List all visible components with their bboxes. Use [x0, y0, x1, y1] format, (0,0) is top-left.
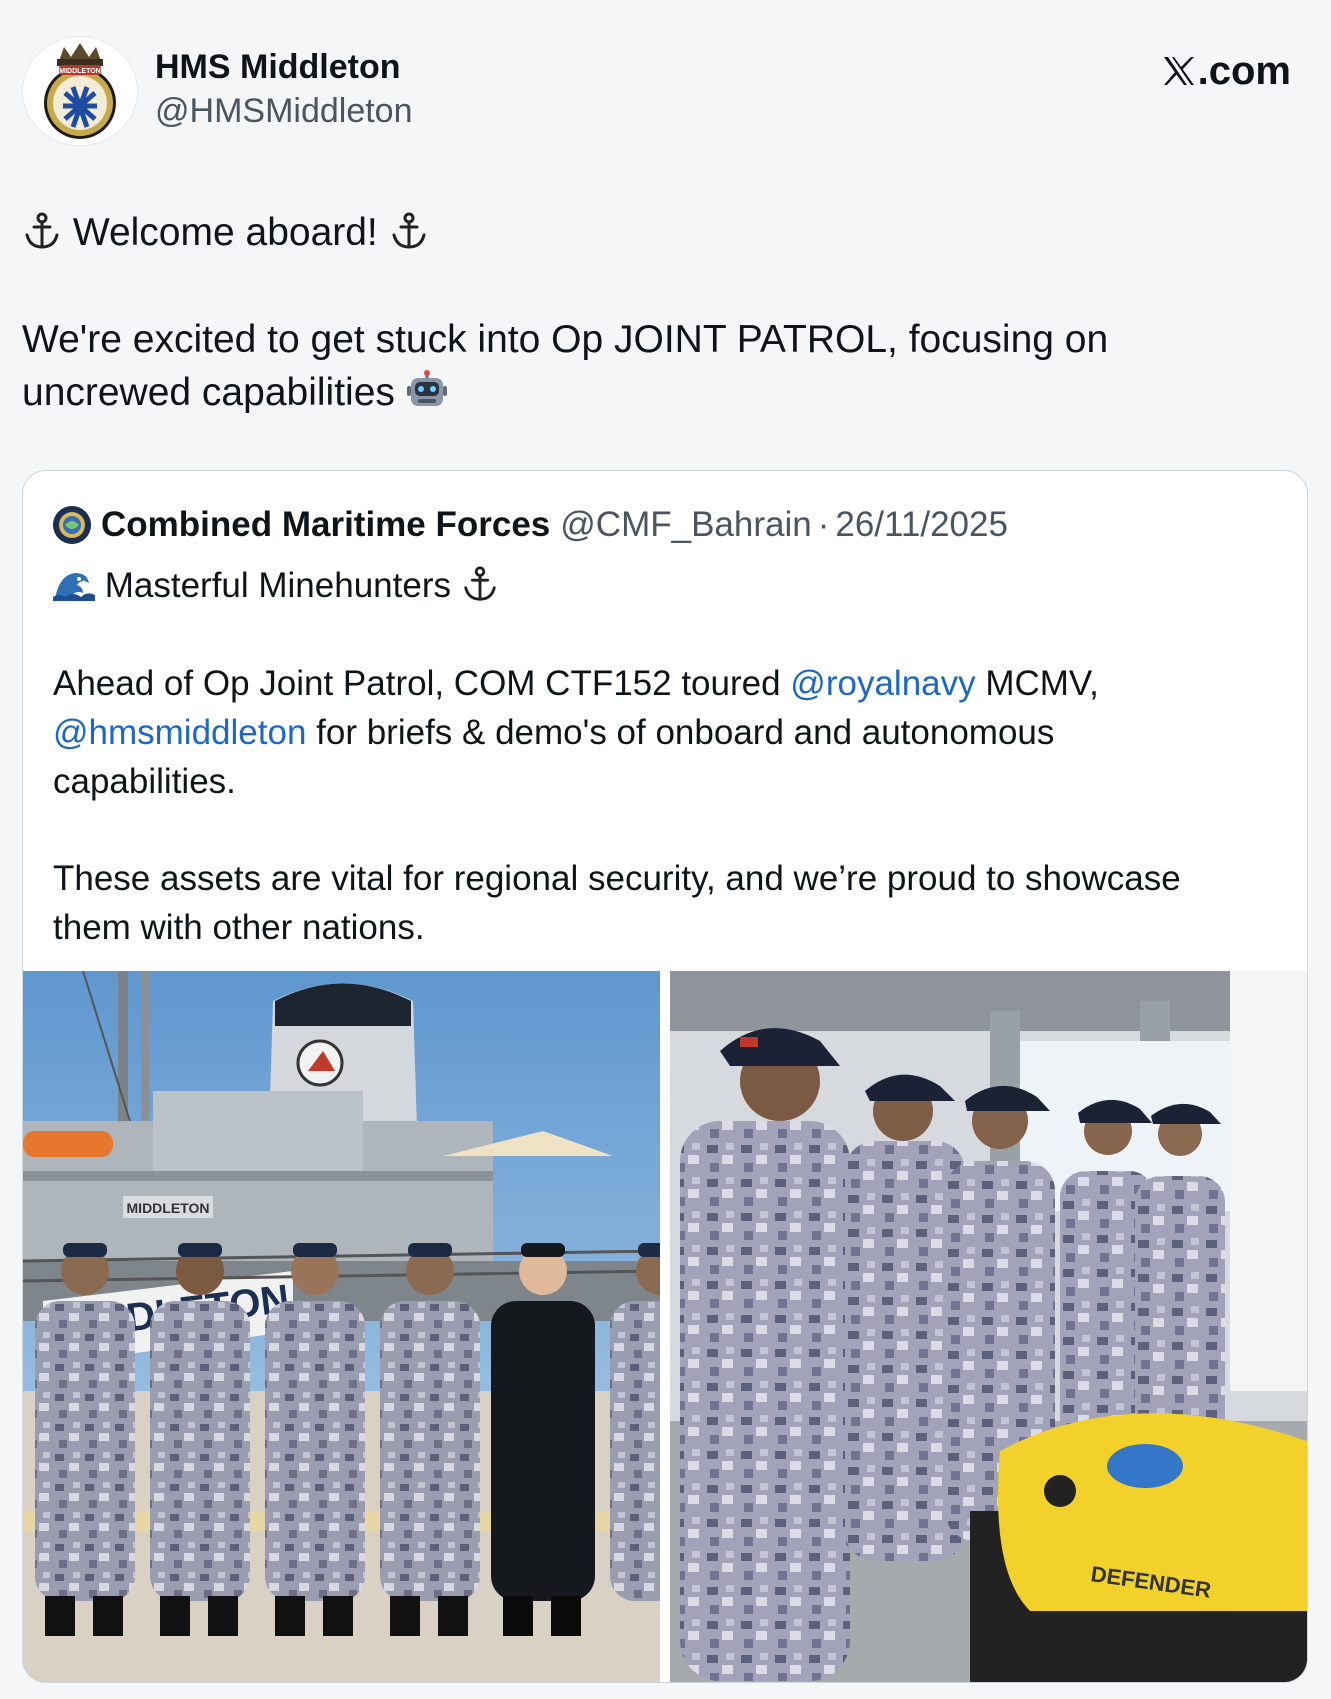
photo-crew-ship[interactable]: MIDDLETON MIDDLETON	[23, 971, 660, 1682]
quoted-text-span: for briefs & demo's of onboard and auton…	[306, 713, 1055, 752]
author-handle[interactable]: @HMSMiddleton	[155, 91, 413, 131]
wave-icon	[53, 565, 95, 603]
tweet-line-3: uncrewed capabilities	[22, 366, 1292, 419]
quoted-line-1: Masterful Minehunters	[53, 561, 1283, 610]
tweet-line-1-text: Welcome aboard!	[62, 211, 389, 254]
tweet-line-3-text: uncrewed capabilities	[22, 371, 406, 414]
anchor-icon	[392, 212, 426, 249]
quoted-paragraph-2-line-3: capabilities.	[53, 762, 236, 801]
tweet-line-1: Welcome aboard!	[22, 206, 1292, 259]
defender-drone: DEFENDER	[970, 1413, 1307, 1682]
ship-crest-icon: MIDDLETON	[23, 37, 137, 145]
photo-crew-deck[interactable]: DEFENDER	[670, 971, 1307, 1682]
quoted-date[interactable]: 26/11/2025	[835, 503, 1008, 547]
author-name[interactable]: HMS Middleton	[155, 47, 401, 87]
quoted-paragraph-3-line-1: These assets are vital for regional secu…	[53, 859, 1181, 898]
anchor-icon	[464, 566, 496, 601]
photo-divider	[660, 971, 670, 1682]
quoted-line-1-text: Masterful Minehunters	[95, 566, 461, 605]
quoted-tweet-card[interactable]: Combined Maritime Forces @CMF_Bahrain · …	[22, 470, 1308, 1683]
quoted-avatar[interactable]	[53, 506, 91, 544]
quoted-text-span: Ahead of Op Joint Patrol, COM CTF152 tou…	[53, 664, 791, 703]
x-com-label: .com	[1197, 49, 1291, 93]
quoted-paragraph-2-line-2: @hmsmiddleton for briefs & demo's of onb…	[53, 708, 1283, 757]
crest-text: MIDDLETON	[59, 68, 100, 75]
ship-name-text: MIDDLETON	[127, 1200, 210, 1216]
quoted-author-name[interactable]: Combined Maritime Forces	[101, 503, 550, 547]
separator-dot: ·	[817, 505, 830, 544]
anchor-icon	[25, 212, 59, 249]
quoted-text-span: MCMV,	[975, 664, 1099, 703]
deck-crew-illustration: DEFENDER	[670, 971, 1307, 1682]
x-com-watermark: .com	[1162, 49, 1291, 93]
tweet-line-2: We're excited to get stuck into Op JOINT…	[22, 318, 1109, 361]
ship-crew-illustration: MIDDLETON MIDDLETON	[23, 971, 660, 1682]
cmf-logo-icon	[53, 506, 91, 544]
robot-icon	[406, 370, 447, 406]
quoted-author-handle[interactable]: @CMF_Bahrain	[560, 503, 811, 547]
x-logo-icon	[1163, 57, 1194, 85]
avatar[interactable]: MIDDLETON	[22, 36, 138, 146]
quoted-paragraph-3-line-2: them with other nations.	[53, 908, 425, 947]
mention-link-hmsmiddleton[interactable]: @hmsmiddleton	[53, 713, 306, 752]
mention-link-royalnavy[interactable]: @royalnavy	[790, 664, 975, 703]
quoted-tweet-header: Combined Maritime Forces @CMF_Bahrain · …	[53, 503, 1008, 547]
quoted-paragraph-2-line-1: Ahead of Op Joint Patrol, COM CTF152 tou…	[53, 659, 1283, 708]
